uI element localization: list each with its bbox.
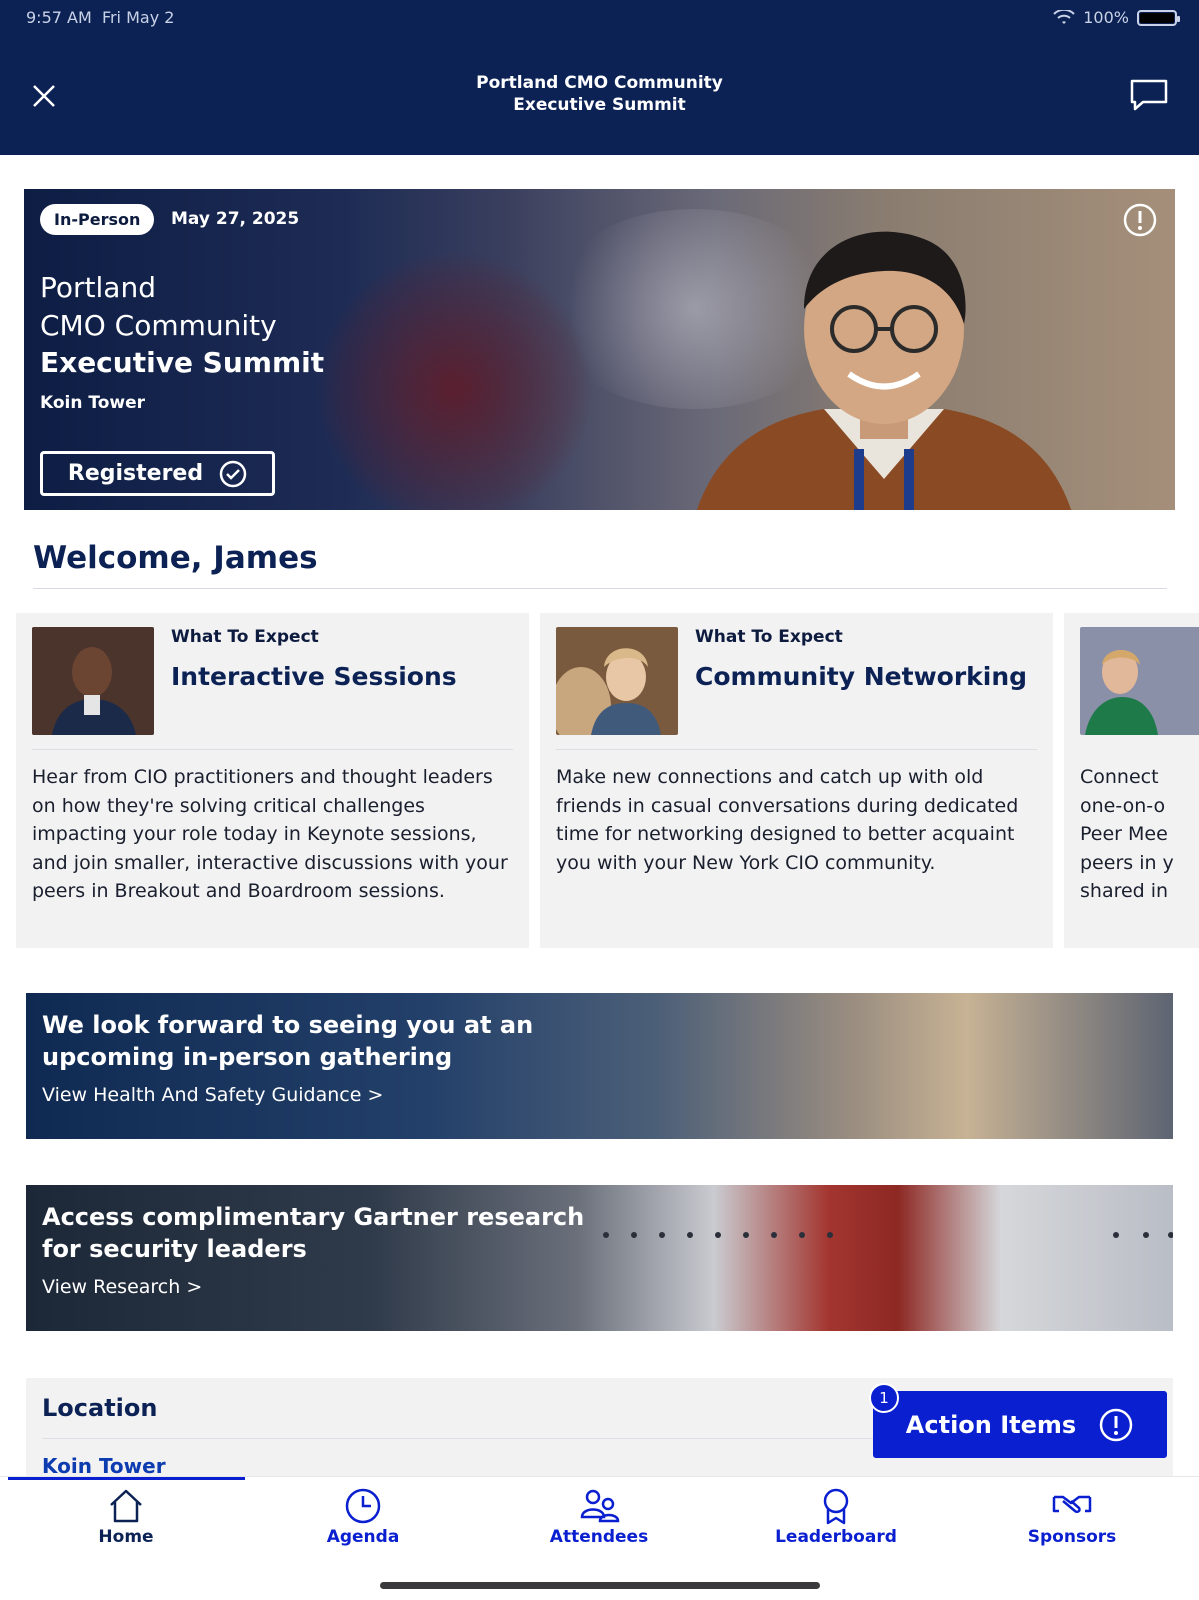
people-icon bbox=[580, 1489, 620, 1523]
tab-home[interactable]: Home bbox=[26, 1487, 226, 1557]
card-body: Make new connections and catch up with o… bbox=[556, 766, 1019, 874]
research-link[interactable]: View Research > bbox=[42, 1276, 202, 1298]
tab-sponsors[interactable]: Sponsors bbox=[972, 1487, 1172, 1557]
card-kicker: What To Expect bbox=[171, 627, 319, 647]
status-indicators: 100% bbox=[1053, 8, 1180, 27]
app-header: 9:57 AM Fri May 2 100% Portland CMO Comm… bbox=[0, 0, 1199, 155]
divider bbox=[32, 749, 513, 750]
card-title: Interactive Sessions bbox=[171, 662, 457, 691]
banner-background-shelves bbox=[603, 1232, 1173, 1238]
card-thumbnail bbox=[32, 627, 154, 735]
banner-title: We look forward to seeing you at an upco… bbox=[42, 1011, 534, 1071]
header-title: Portland CMO Community Executive Summit bbox=[0, 72, 1199, 116]
card-kicker: What To Expect bbox=[695, 627, 843, 647]
active-tab-indicator bbox=[8, 1477, 245, 1480]
check-circle-icon bbox=[219, 460, 247, 487]
info-button[interactable] bbox=[1123, 203, 1157, 237]
hero-photo bbox=[696, 231, 1072, 510]
header-title-line2: Executive Summit bbox=[513, 95, 686, 115]
expect-card[interactable]: What To Expect Interactive Sessions Hear… bbox=[16, 613, 529, 948]
event-title-line2: CMO Community bbox=[40, 309, 277, 342]
award-icon bbox=[823, 1488, 849, 1525]
format-chip: In-Person bbox=[40, 204, 155, 235]
banner-title: Access complimentary Gartner research fo… bbox=[42, 1203, 585, 1263]
action-items-button[interactable]: Action Items bbox=[873, 1391, 1167, 1458]
chat-button[interactable] bbox=[1129, 78, 1169, 112]
tab-agenda[interactable]: Agenda bbox=[263, 1487, 463, 1557]
welcome-heading: Welcome, James bbox=[33, 540, 318, 576]
location-title: Location bbox=[42, 1394, 158, 1422]
location-venue-link[interactable]: Koin Tower bbox=[42, 1454, 166, 1478]
battery-percent: 100% bbox=[1083, 8, 1129, 27]
home-indicator bbox=[380, 1582, 820, 1589]
home-icon bbox=[110, 1489, 142, 1523]
health-safety-link[interactable]: View Health And Safety Guidance > bbox=[42, 1084, 383, 1106]
status-clock: 9:57 AM bbox=[26, 8, 92, 27]
card-body: Hear from CIO practitioners and thought … bbox=[32, 766, 508, 902]
event-date: May 27, 2025 bbox=[171, 209, 300, 229]
what-to-expect-carousel[interactable]: What To Expect Interactive Sessions Hear… bbox=[16, 613, 1199, 948]
event-hero: In-Person May 27, 2025 Portland CMO Comm… bbox=[24, 189, 1175, 510]
health-safety-banner[interactable]: We look forward to seeing you at an upco… bbox=[26, 993, 1173, 1139]
event-title-line3: Executive Summit bbox=[40, 346, 325, 379]
tab-label: Agenda bbox=[326, 1527, 400, 1547]
tab-label: Home bbox=[98, 1527, 154, 1547]
info-icon bbox=[1123, 203, 1157, 237]
expect-card[interactable]: What To Expect Community Networking Make… bbox=[540, 613, 1053, 948]
card-thumbnail bbox=[556, 627, 678, 735]
event-venue: Koin Tower bbox=[40, 393, 146, 413]
card-title: Community Networking bbox=[695, 662, 1028, 691]
handshake-icon bbox=[1052, 1495, 1092, 1514]
card-thumbnail bbox=[1080, 627, 1199, 735]
action-items-label: Action Items bbox=[905, 1410, 1077, 1439]
registered-button[interactable]: Registered bbox=[40, 451, 275, 496]
tab-label: Attendees bbox=[549, 1527, 649, 1547]
card-body: Connect one-on-o Peer Mee peers in y sha… bbox=[1080, 766, 1174, 902]
tab-leaderboard[interactable]: Leaderboard bbox=[736, 1487, 936, 1557]
status-date: Fri May 2 bbox=[101, 8, 175, 27]
chat-icon bbox=[1130, 79, 1168, 111]
divider bbox=[33, 588, 1167, 589]
clock-icon bbox=[345, 1488, 381, 1524]
tab-attendees[interactable]: Attendees bbox=[499, 1487, 699, 1557]
header-title-line1: Portland CMO Community bbox=[476, 73, 723, 93]
status-time: 9:57 AM Fri May 2 bbox=[26, 8, 174, 27]
research-banner[interactable]: Access complimentary Gartner research fo… bbox=[26, 1185, 1173, 1331]
action-items-count-badge: 1 bbox=[869, 1383, 899, 1413]
alert-circle-icon bbox=[1099, 1408, 1133, 1441]
battery-icon bbox=[1137, 9, 1180, 26]
tab-label: Sponsors bbox=[1027, 1527, 1117, 1547]
divider bbox=[556, 749, 1037, 750]
tab-label: Leaderboard bbox=[775, 1527, 897, 1547]
registered-label: Registered bbox=[67, 461, 204, 486]
wifi-icon bbox=[1053, 9, 1075, 24]
event-title-line1: Portland bbox=[40, 271, 156, 304]
expect-card[interactable]: Connect one-on-o Peer Mee peers in y sha… bbox=[1064, 613, 1199, 948]
